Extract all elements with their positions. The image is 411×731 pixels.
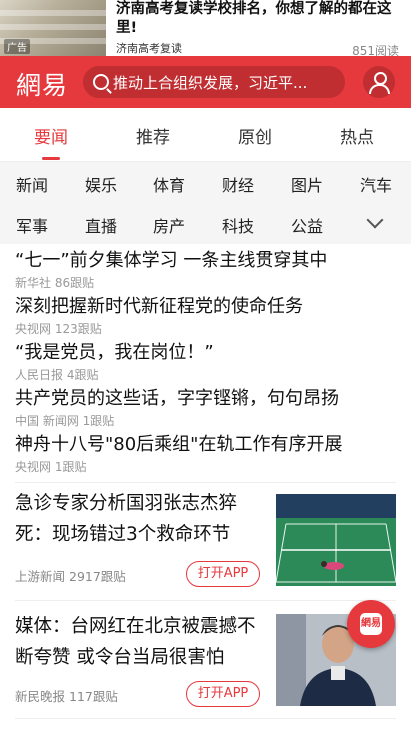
headline-meta: 新华社 86跟贴 (15, 276, 95, 290)
ad-tag: 广告 (4, 39, 30, 54)
headline-title: 深刻把握新时代新征程党的使命任务 (15, 296, 303, 317)
tab-yaowen[interactable]: 要闻 (34, 123, 68, 148)
open-app-button[interactable]: 打开APP (186, 681, 260, 707)
category-item[interactable]: 娱乐 (85, 172, 117, 196)
headline-item[interactable]: “我是党员，我在岗位！” 人民日报 4跟贴 (15, 342, 214, 383)
headline-item[interactable]: 神舟十八号"80后乘组"在轨工作有序开展 央视网 1跟贴 (15, 434, 342, 475)
headline-title: 共产党员的这些话，字字铿锵，句句昂扬 (15, 388, 339, 409)
divider (15, 718, 396, 719)
category-item[interactable]: 汽车 (360, 172, 392, 196)
tab-tuijian[interactable]: 推荐 (136, 123, 170, 148)
article-meta: 上游新闻 2917跟贴 (15, 569, 126, 584)
user-profile-button[interactable] (363, 66, 395, 98)
main-tabs: 要闻 推荐 原创 热点 (0, 108, 411, 162)
headline-item[interactable]: 深刻把握新时代新征程党的使命任务 央视网 123跟贴 (15, 296, 303, 337)
open-app-button[interactable]: 打开APP (186, 561, 260, 587)
badminton-court-thumbnail[interactable] (276, 494, 396, 586)
ad-thumbnail: 广告 (0, 0, 106, 56)
headline-item[interactable]: “七一”前夕集体学习 一条主线贯穿其中 新华社 86跟贴 (15, 250, 327, 291)
headline-meta: 央视网 123跟贴 (15, 322, 102, 336)
headline-title: 神舟十八号"80后乘组"在轨工作有序开展 (15, 434, 343, 455)
category-item[interactable]: 公益 (291, 213, 323, 237)
divider (15, 600, 396, 601)
search-icon (93, 74, 109, 90)
ad-source: 济南高考复读 (116, 42, 182, 55)
category-item[interactable]: 新闻 (16, 172, 48, 196)
active-tab-indicator (42, 157, 60, 160)
floating-app-button[interactable]: 網易 (347, 600, 395, 648)
divider (15, 482, 396, 483)
ad-banner[interactable]: 广告 济南高考复读学校排名，你想了解的都在这里! 济南高考复读 851阅读 (0, 0, 411, 58)
headline-item[interactable]: 共产党员的这些话，字字铿锵，句句昂扬 中国 新闻网 1跟贴 (15, 388, 339, 429)
headline-meta: 人民日报 4跟贴 (15, 368, 99, 382)
ad-title[interactable]: 济南高考复读学校排名，你想了解的都在这里! (116, 0, 402, 38)
headline-meta: 央视网 1跟贴 (15, 460, 87, 474)
search-bar[interactable]: 推动上合组织发展，习近平... (83, 66, 345, 98)
category-item[interactable]: 军事 (16, 213, 48, 237)
netease-app-icon: 網易 (360, 613, 382, 635)
article-title[interactable]: 急诊专家分析国羽张志杰猝死：现场错过3个救命环节 (15, 488, 265, 550)
category-item[interactable]: 直播 (85, 213, 117, 237)
category-grid: 新闻 娱乐 体育 财经 图片 汽车 军事 直播 房产 科技 公益 (0, 162, 411, 244)
category-item[interactable]: 科技 (222, 213, 254, 237)
category-item[interactable]: 图片 (291, 172, 323, 196)
category-item[interactable]: 房产 (153, 213, 185, 237)
article-meta: 新民晚报 117跟贴 (15, 689, 118, 704)
headline-meta: 中国 新闻网 1跟贴 (15, 414, 115, 428)
tab-yuanchuang[interactable]: 原创 (238, 123, 272, 148)
top-header: 網易 推动上合组织发展，习近平... (0, 56, 411, 108)
tab-redian[interactable]: 热点 (340, 123, 374, 148)
category-item[interactable]: 体育 (153, 172, 185, 196)
search-placeholder: 推动上合组织发展，习近平... (113, 74, 308, 92)
category-item[interactable]: 财经 (222, 172, 254, 196)
expand-categories-chevron-icon[interactable] (366, 211, 384, 229)
netease-logo[interactable]: 網易 (16, 66, 68, 102)
headline-title: “我是党员，我在岗位！” (15, 342, 214, 363)
headline-title: “七一”前夕集体学习 一条主线贯穿其中 (15, 250, 328, 271)
article-title[interactable]: 媒体：台网红在北京被震撼不断夸赞 或令台当局很害怕 (15, 611, 265, 673)
